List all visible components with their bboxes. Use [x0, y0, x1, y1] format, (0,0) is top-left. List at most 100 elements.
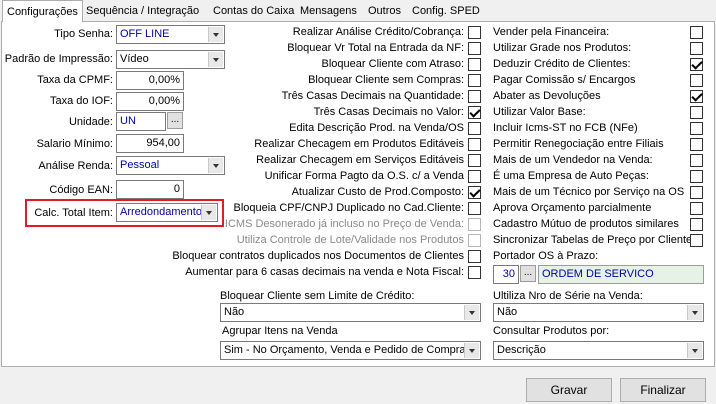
nro-serie-select[interactable]: Não — [493, 303, 704, 322]
right-option-checkbox[interactable] — [690, 154, 703, 167]
chevron-down-icon[interactable] — [208, 52, 223, 67]
middle-option-checkbox[interactable] — [468, 266, 481, 279]
right-option-checkbox[interactable] — [690, 202, 703, 215]
middle-option-checkbox[interactable] — [468, 234, 481, 247]
taxa-cpmf-input[interactable]: 0,00% — [116, 71, 184, 90]
middle-option-checkbox[interactable] — [468, 26, 481, 39]
chevron-down-icon[interactable] — [687, 305, 702, 320]
tab-config-sped[interactable]: Config. SPED — [408, 3, 484, 21]
middle-option-checkbox[interactable] — [468, 138, 481, 151]
tab-configuracoes[interactable]: Configurações — [2, 0, 83, 22]
padrao-impressao-select[interactable]: Vídeo — [116, 50, 225, 69]
middle-option-checkbox[interactable] — [468, 218, 481, 231]
middle-option-label: Bloquear Vr Total na Entrada da NF: — [287, 42, 464, 54]
middle-option-checkbox[interactable] — [468, 186, 481, 199]
right-option-checkbox[interactable] — [690, 58, 703, 71]
portador-lookup-button[interactable]: ... — [520, 265, 536, 282]
calc-total-item-label: Calc. Total Item: — [34, 207, 113, 219]
middle-option-checkbox[interactable] — [468, 170, 481, 183]
tab-contas-caixa[interactable]: Contas do Caixa — [209, 3, 298, 21]
middle-option-label: Utiliza Controle de Lote/Validade nos Pr… — [236, 234, 464, 246]
padrao-impressao-value: Vídeo — [120, 53, 149, 65]
unidade-label: Unidade: — [68, 116, 113, 128]
codigo-ean-input[interactable]: 0 — [116, 180, 184, 199]
chevron-down-icon[interactable] — [464, 305, 479, 320]
tab-mensagens[interactable]: Mensagens — [296, 3, 361, 21]
middle-option-checkbox[interactable] — [468, 202, 481, 215]
salario-minimo-input[interactable]: 954,00 — [116, 134, 184, 153]
tab-outros[interactable]: Outros — [364, 3, 405, 21]
chevron-down-icon[interactable] — [208, 158, 223, 173]
tipo-senha-label: Tipo Senha: — [54, 28, 113, 40]
middle-option-checkbox[interactable] — [468, 122, 481, 135]
agrupar-itens-value: Sim - No Orçamento, Venda e Pedido de Co… — [224, 344, 466, 356]
middle-option-checkbox[interactable] — [468, 250, 481, 263]
right-option-label: Mais de um Técnico por Serviço na OS — [493, 186, 685, 198]
right-option-checkbox[interactable] — [690, 234, 703, 247]
tipo-senha-value: OFF LINE — [120, 28, 170, 40]
middle-option-label: Três Casas Decimais no Valor: — [313, 106, 464, 118]
right-option-checkbox[interactable] — [690, 106, 703, 119]
right-option-checkbox[interactable] — [690, 186, 703, 199]
unidade-lookup-button[interactable]: ... — [167, 112, 183, 129]
analise-renda-label: Análise Renda: — [38, 160, 113, 172]
right-option-checkbox[interactable] — [690, 170, 703, 183]
portador-code-input[interactable]: 30 — [493, 265, 519, 284]
middle-option-label: Bloquear Cliente com Atraso: — [321, 58, 464, 70]
padrao-impressao-label: Padrão de Impressão: — [4, 53, 113, 65]
codigo-ean-label: Código EAN: — [49, 184, 113, 196]
middle-option-label: ICMS Desonerado já incluso no Preço de V… — [224, 218, 464, 230]
middle-option-label: Realizar Checagem em Produtos Editáveis — [254, 138, 464, 150]
bloquear-limite-label: Bloquear Cliente sem Limite de Crédito: — [220, 290, 415, 302]
middle-option-checkbox[interactable] — [468, 58, 481, 71]
middle-option-checkbox[interactable] — [468, 106, 481, 119]
right-option-label: Permitir Renegociação entre Filiais — [493, 138, 664, 150]
middle-option-label: Atualizar Custo de Prod.Composto: — [291, 186, 464, 198]
calc-total-item-value: Arredondamento — [120, 206, 202, 218]
portador-label: Portador OS à Prazo: — [493, 250, 599, 262]
middle-option-checkbox[interactable] — [468, 74, 481, 87]
middle-option-checkbox[interactable] — [468, 154, 481, 167]
chevron-down-icon[interactable] — [687, 343, 702, 358]
consultar-produtos-select[interactable]: Descrição — [493, 341, 704, 360]
tab-sequencia-integracao[interactable]: Sequência / Integração — [82, 3, 203, 21]
middle-option-label: Edita Descrição Prod. na Venda/OS — [289, 122, 464, 134]
tipo-senha-select[interactable]: OFF LINE — [116, 25, 225, 44]
bloquear-limite-select[interactable]: Não — [220, 303, 481, 322]
analise-renda-select[interactable]: Pessoal — [116, 156, 225, 175]
middle-option-checkbox[interactable] — [468, 42, 481, 55]
right-option-checkbox[interactable] — [690, 42, 703, 55]
tab-bar: Configurações Sequência / Integração Con… — [0, 0, 716, 22]
chevron-down-icon[interactable] — [464, 343, 479, 358]
middle-option-checkbox[interactable] — [468, 90, 481, 103]
portador-name-field: ORDEM DE SERVICO — [538, 265, 704, 284]
salario-minimo-label: Salario Mínimo: — [36, 138, 113, 150]
unidade-input[interactable]: UN — [116, 112, 166, 131]
finalizar-button[interactable]: Finalizar — [620, 378, 706, 402]
right-option-label: Cadastro Mútuo de produtos similares — [493, 218, 679, 230]
chevron-down-icon[interactable] — [201, 205, 216, 220]
right-option-label: Sincronizar Tabelas de Preço por Cliente — [493, 234, 693, 246]
right-option-label: É uma Empresa de Auto Peças: — [493, 170, 649, 182]
taxa-iof-input[interactable]: 0,00% — [116, 92, 184, 111]
calc-total-item-select[interactable]: Arredondamento — [116, 203, 218, 222]
middle-option-label: Bloquear contratos duplicados nos Docume… — [172, 250, 464, 262]
gravar-button[interactable]: Gravar — [526, 378, 612, 402]
right-option-label: Deduzir Crédito de Clientes: — [493, 58, 631, 70]
right-option-label: Abater as Devoluções — [493, 90, 601, 102]
chevron-down-icon[interactable] — [208, 27, 223, 42]
bloquear-limite-value: Não — [224, 306, 245, 318]
right-option-label: Utilizar Grade nos Produtos: — [493, 42, 632, 54]
right-option-checkbox[interactable] — [690, 122, 703, 135]
consultar-produtos-value: Descrição — [497, 344, 546, 356]
right-option-label: Pagar Comissão s/ Encargos — [493, 74, 636, 86]
middle-option-label: Três Casas Decimais na Quantidade: — [281, 90, 464, 102]
right-option-checkbox[interactable] — [690, 218, 703, 231]
right-option-checkbox[interactable] — [690, 90, 703, 103]
right-option-checkbox[interactable] — [690, 74, 703, 87]
right-option-checkbox[interactable] — [690, 26, 703, 39]
right-option-checkbox[interactable] — [690, 138, 703, 151]
right-option-label: Mais de um Vendedor na Venda: — [493, 154, 653, 166]
middle-option-label: Realizar Análise Crédito/Cobrança: — [292, 26, 464, 38]
agrupar-itens-select[interactable]: Sim - No Orçamento, Venda e Pedido de Co… — [220, 341, 481, 360]
